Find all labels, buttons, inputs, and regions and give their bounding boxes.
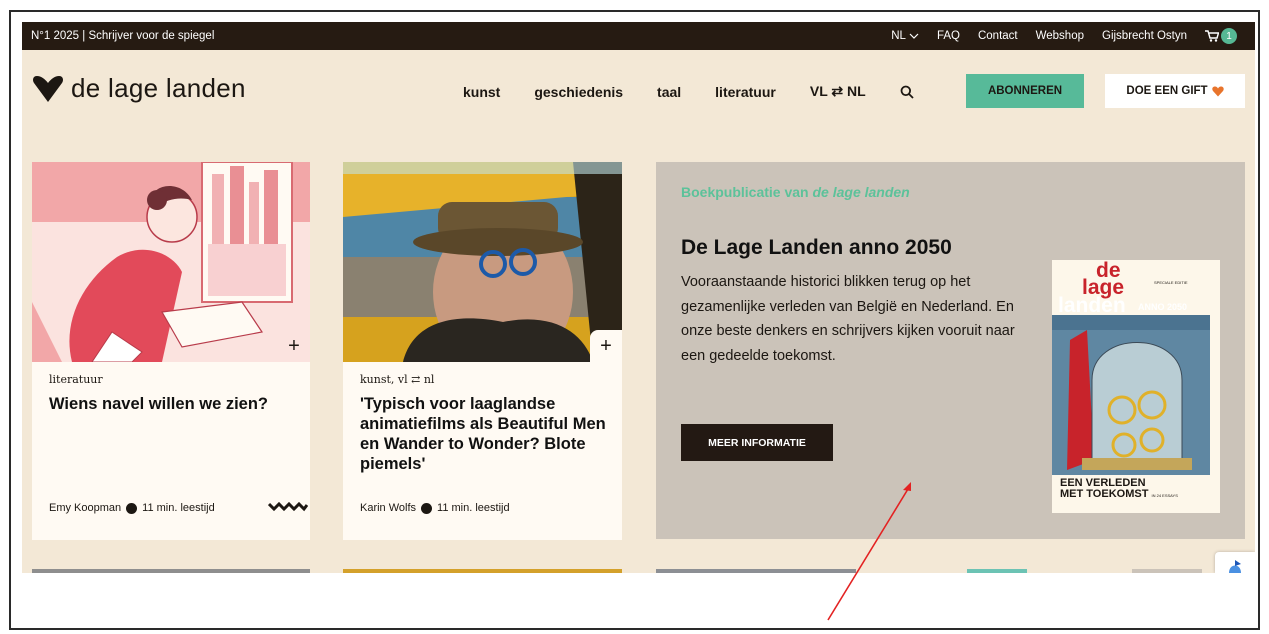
book-tag: SPECIALE EDITIE [1154, 280, 1188, 285]
top-bar: N°1 2025 | Schrijver voor de spiegel NL … [22, 22, 1255, 50]
nav-item-taal[interactable]: taal [657, 84, 681, 100]
language-label: NL [891, 30, 906, 42]
promo-kicker-italic: de lage landen [812, 184, 910, 200]
website: N°1 2025 | Schrijver voor de spiegel NL … [22, 22, 1255, 573]
article-illustration [32, 162, 310, 362]
site-logo[interactable]: de lage landen [31, 73, 246, 104]
promo-text: Vooraanstaande historici blikken terug o… [681, 274, 1015, 364]
account-link[interactable]: Gijsbrecht Ostyn [1102, 30, 1187, 42]
nav-item-vl-nl[interactable]: VL ⇄ NL [810, 83, 866, 100]
next-row-image [343, 569, 622, 573]
clock-icon [421, 502, 433, 514]
promo-kicker-text: Boekpublicatie van [681, 184, 809, 200]
webshop-link[interactable]: Webshop [1036, 30, 1084, 42]
cart-button[interactable]: 1 [1205, 28, 1237, 44]
chevron-down-icon [909, 33, 919, 39]
book-cover[interactable]: de lage landen ANNO 2050 SPECIALE EDITIE… [1052, 260, 1220, 513]
article-card[interactable]: + kunst, vl ⇄ nl 'Typisch voor laaglands… [343, 162, 622, 540]
book-title-line: landen [1058, 294, 1126, 317]
cart-icon [1205, 30, 1219, 42]
heart-logo-icon [33, 75, 63, 102]
book-title: de lage [1082, 260, 1124, 298]
issue-link[interactable]: N°1 2025 | Schrijver voor de spiegel [31, 30, 214, 42]
next-row-image [967, 569, 1027, 573]
article-title[interactable]: Wiens navel willen we zien? [49, 394, 299, 414]
article-card[interactable]: + literatuur Wiens navel willen we zien?… [32, 162, 310, 540]
main-nav: kunst geschiedenis taal literatuur VL ⇄ … [463, 83, 948, 100]
wave-icon [268, 501, 308, 512]
more-info-button[interactable]: MEER INFORMATIE [681, 424, 833, 461]
nav-item-kunst[interactable]: kunst [463, 84, 500, 100]
book-subtitle-small: IN 24 ESSAYS [1151, 493, 1178, 498]
nav-item-geschiedenis[interactable]: geschiedenis [534, 84, 623, 100]
article-meta: Emy Koopman 11 min. leestijd [49, 502, 215, 514]
contact-link[interactable]: Contact [978, 30, 1018, 42]
book-promo-card: Boekpublicatie van de lage landen De Lag… [656, 162, 1245, 539]
promo-kicker: Boekpublicatie van de lage landen [681, 184, 910, 200]
donate-button[interactable]: DOE EEN GIFT [1105, 74, 1245, 108]
article-film-still [343, 162, 622, 362]
clock-icon [126, 502, 138, 514]
next-row-image [1132, 569, 1202, 573]
donate-label: DOE EEN GIFT [1126, 85, 1208, 97]
add-icon[interactable]: + [590, 330, 622, 362]
article-author[interactable]: Karin Wolfs [360, 502, 416, 514]
book-subtitle-line: MET TOEKOMST IN 24 ESSAYS [1060, 489, 1178, 501]
article-category[interactable]: kunst, vl ⇄ nl [360, 373, 434, 386]
add-icon[interactable]: + [278, 330, 310, 362]
recaptcha-badge[interactable] [1215, 552, 1255, 573]
faq-link[interactable]: FAQ [937, 30, 960, 42]
search-icon [900, 85, 914, 99]
recaptcha-icon [1229, 560, 1241, 573]
cart-count-badge: 1 [1221, 28, 1237, 44]
next-row-image [656, 569, 856, 573]
header: de lage landen kunst geschiedenis taal l… [22, 50, 1255, 134]
article-read-time: 11 min. leestijd [142, 502, 215, 514]
subscribe-button[interactable]: ABONNEREN [966, 74, 1084, 108]
book-subtitle: EEN VERLEDEN MET TOEKOMST IN 24 ESSAYS [1060, 478, 1178, 501]
search-button[interactable] [900, 85, 914, 99]
top-links: NL FAQ Contact Webshop Gijsbrecht Ostyn … [891, 22, 1255, 50]
book-edition: ANNO 2050 [1138, 302, 1188, 312]
article-meta: Karin Wolfs 11 min. leestijd [360, 502, 510, 514]
article-author[interactable]: Emy Koopman [49, 502, 121, 514]
promo-title: De Lage Landen anno 2050 [681, 236, 952, 259]
language-selector[interactable]: NL [891, 30, 919, 42]
book-subtitle-text: MET TOEKOMST [1060, 488, 1149, 500]
heart-icon [1211, 86, 1224, 96]
article-title[interactable]: 'Typisch voor laaglandse animatiefilms a… [360, 394, 610, 474]
article-category[interactable]: literatuur [49, 373, 103, 386]
nav-item-literatuur[interactable]: literatuur [715, 84, 776, 100]
logo-text: de lage landen [71, 73, 246, 103]
article-read-time: 11 min. leestijd [437, 502, 510, 514]
next-row-image [32, 569, 310, 573]
